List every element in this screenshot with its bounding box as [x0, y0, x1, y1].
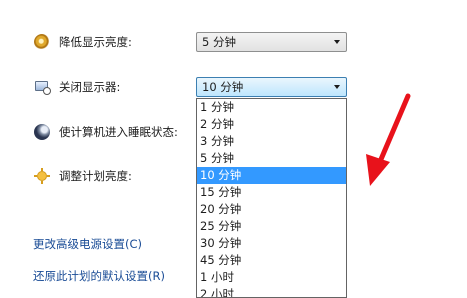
dim-display-label: 降低显示亮度:	[59, 35, 132, 49]
turn-off-display-dropdown[interactable]: 1 分钟 2 分钟 3 分钟 5 分钟 10 分钟 15 分钟 20 分钟 25 分钟 30 分…	[196, 98, 347, 298]
dropdown-option[interactable]: 3 分钟	[197, 133, 346, 150]
brightness-row: 调整计划亮度:	[34, 167, 132, 185]
arrow-head	[366, 154, 390, 186]
dim-display-value: 5 分钟	[202, 35, 236, 49]
dim-display-select[interactable]: 5 分钟	[196, 32, 347, 52]
chevron-down-icon	[334, 40, 340, 44]
dropdown-option[interactable]: 1 小时	[197, 269, 346, 286]
turn-off-display-row: 关闭显示器:	[34, 78, 120, 96]
restore-defaults-link[interactable]: 还原此计划的默认设置(R)	[33, 268, 165, 284]
turn-off-display-value: 10 分钟	[202, 80, 244, 94]
dropdown-option[interactable]: 10 分钟	[197, 167, 346, 184]
dropdown-option[interactable]: 30 分钟	[197, 235, 346, 252]
turn-off-display-select[interactable]: 10 分钟	[196, 77, 347, 97]
sleep-row: 使计算机进入睡眠状态:	[34, 123, 178, 141]
dropdown-option[interactable]: 2 分钟	[197, 116, 346, 133]
dim-display-row: 降低显示亮度:	[34, 33, 132, 51]
sleep-label: 使计算机进入睡眠状态:	[59, 125, 178, 139]
dropdown-option[interactable]: 15 分钟	[197, 184, 346, 201]
turn-off-display-label: 关闭显示器:	[59, 80, 121, 94]
sun-brightness-icon	[34, 168, 50, 184]
sleep-moon-icon	[34, 124, 50, 140]
monitor-clock-icon	[34, 79, 51, 95]
chevron-down-icon	[334, 85, 340, 89]
dropdown-option[interactable]: 2 小时	[197, 286, 346, 297]
dim-display-icon	[34, 34, 50, 50]
dropdown-option[interactable]: 1 分钟	[197, 99, 346, 116]
dropdown-option[interactable]: 5 分钟	[197, 150, 346, 167]
brightness-label: 调整计划亮度:	[59, 169, 132, 183]
dropdown-option[interactable]: 45 分钟	[197, 252, 346, 269]
advanced-power-settings-link[interactable]: 更改高级电源设置(C)	[33, 236, 142, 252]
dropdown-option[interactable]: 20 分钟	[197, 201, 346, 218]
dropdown-option[interactable]: 25 分钟	[197, 218, 346, 235]
arrow-shaft	[376, 93, 411, 167]
red-annotation-arrow	[366, 93, 411, 186]
